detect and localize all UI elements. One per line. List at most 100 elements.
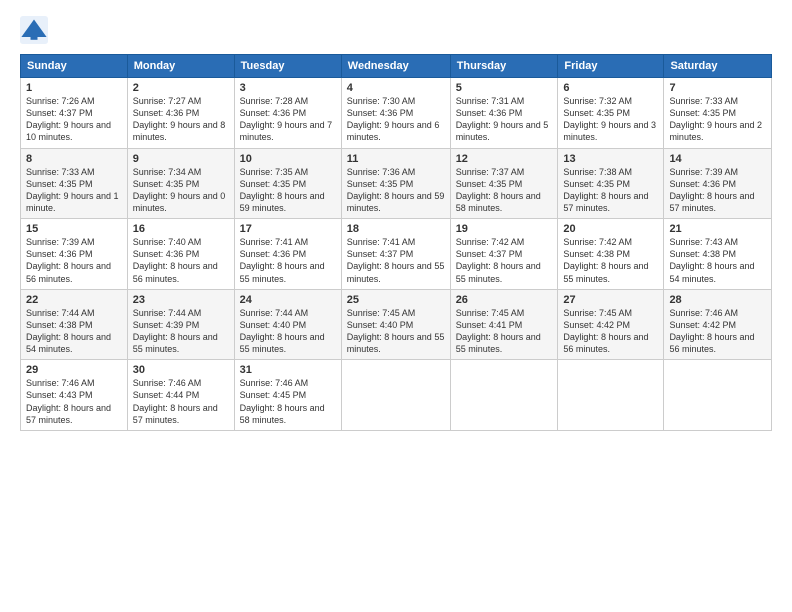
day-info: Sunrise: 7:44 AMSunset: 4:39 PMDaylight:… xyxy=(133,307,229,356)
day-info: Sunrise: 7:45 AMSunset: 4:40 PMDaylight:… xyxy=(347,307,445,356)
day-number: 19 xyxy=(456,223,553,235)
col-saturday: Saturday xyxy=(664,55,772,78)
calendar-header-row: Sunday Monday Tuesday Wednesday Thursday… xyxy=(21,55,772,78)
day-number: 6 xyxy=(563,82,658,94)
calendar-cell: 2 Sunrise: 7:27 AMSunset: 4:36 PMDayligh… xyxy=(127,78,234,149)
calendar-cell: 8 Sunrise: 7:33 AMSunset: 4:35 PMDayligh… xyxy=(21,148,128,219)
day-info: Sunrise: 7:46 AMSunset: 4:43 PMDaylight:… xyxy=(26,377,122,426)
day-number: 24 xyxy=(240,294,336,306)
calendar-cell: 16 Sunrise: 7:40 AMSunset: 4:36 PMDaylig… xyxy=(127,219,234,290)
day-number: 12 xyxy=(456,153,553,165)
calendar-cell: 21 Sunrise: 7:43 AMSunset: 4:38 PMDaylig… xyxy=(664,219,772,290)
day-info: Sunrise: 7:26 AMSunset: 4:37 PMDaylight:… xyxy=(26,95,122,144)
day-info: Sunrise: 7:38 AMSunset: 4:35 PMDaylight:… xyxy=(563,166,658,215)
day-number: 14 xyxy=(669,153,766,165)
calendar-cell xyxy=(341,360,450,431)
day-number: 10 xyxy=(240,153,336,165)
day-number: 3 xyxy=(240,82,336,94)
calendar-cell: 11 Sunrise: 7:36 AMSunset: 4:35 PMDaylig… xyxy=(341,148,450,219)
calendar-cell: 19 Sunrise: 7:42 AMSunset: 4:37 PMDaylig… xyxy=(450,219,558,290)
col-friday: Friday xyxy=(558,55,664,78)
day-number: 2 xyxy=(133,82,229,94)
calendar-cell: 1 Sunrise: 7:26 AMSunset: 4:37 PMDayligh… xyxy=(21,78,128,149)
day-number: 5 xyxy=(456,82,553,94)
calendar-cell: 20 Sunrise: 7:42 AMSunset: 4:38 PMDaylig… xyxy=(558,219,664,290)
day-info: Sunrise: 7:39 AMSunset: 4:36 PMDaylight:… xyxy=(669,166,766,215)
day-number: 23 xyxy=(133,294,229,306)
day-info: Sunrise: 7:42 AMSunset: 4:38 PMDaylight:… xyxy=(563,236,658,285)
calendar-cell: 31 Sunrise: 7:46 AMSunset: 4:45 PMDaylig… xyxy=(234,360,341,431)
calendar-cell: 9 Sunrise: 7:34 AMSunset: 4:35 PMDayligh… xyxy=(127,148,234,219)
day-info: Sunrise: 7:40 AMSunset: 4:36 PMDaylight:… xyxy=(133,236,229,285)
day-number: 26 xyxy=(456,294,553,306)
calendar-cell: 24 Sunrise: 7:44 AMSunset: 4:40 PMDaylig… xyxy=(234,289,341,360)
day-number: 9 xyxy=(133,153,229,165)
day-number: 22 xyxy=(26,294,122,306)
col-tuesday: Tuesday xyxy=(234,55,341,78)
calendar-cell: 5 Sunrise: 7:31 AMSunset: 4:36 PMDayligh… xyxy=(450,78,558,149)
calendar-cell: 13 Sunrise: 7:38 AMSunset: 4:35 PMDaylig… xyxy=(558,148,664,219)
day-info: Sunrise: 7:45 AMSunset: 4:41 PMDaylight:… xyxy=(456,307,553,356)
calendar-cell: 26 Sunrise: 7:45 AMSunset: 4:41 PMDaylig… xyxy=(450,289,558,360)
day-number: 13 xyxy=(563,153,658,165)
day-number: 16 xyxy=(133,223,229,235)
day-number: 1 xyxy=(26,82,122,94)
calendar-cell: 7 Sunrise: 7:33 AMSunset: 4:35 PMDayligh… xyxy=(664,78,772,149)
col-sunday: Sunday xyxy=(21,55,128,78)
day-info: Sunrise: 7:33 AMSunset: 4:35 PMDaylight:… xyxy=(26,166,122,215)
day-info: Sunrise: 7:46 AMSunset: 4:42 PMDaylight:… xyxy=(669,307,766,356)
day-number: 15 xyxy=(26,223,122,235)
calendar-cell: 4 Sunrise: 7:30 AMSunset: 4:36 PMDayligh… xyxy=(341,78,450,149)
calendar-week-row: 22 Sunrise: 7:44 AMSunset: 4:38 PMDaylig… xyxy=(21,289,772,360)
calendar-cell: 12 Sunrise: 7:37 AMSunset: 4:35 PMDaylig… xyxy=(450,148,558,219)
day-info: Sunrise: 7:42 AMSunset: 4:37 PMDaylight:… xyxy=(456,236,553,285)
calendar-cell: 29 Sunrise: 7:46 AMSunset: 4:43 PMDaylig… xyxy=(21,360,128,431)
day-info: Sunrise: 7:43 AMSunset: 4:38 PMDaylight:… xyxy=(669,236,766,285)
col-thursday: Thursday xyxy=(450,55,558,78)
calendar-cell: 18 Sunrise: 7:41 AMSunset: 4:37 PMDaylig… xyxy=(341,219,450,290)
calendar-cell xyxy=(450,360,558,431)
page: Sunday Monday Tuesday Wednesday Thursday… xyxy=(0,0,792,612)
day-number: 18 xyxy=(347,223,445,235)
day-info: Sunrise: 7:31 AMSunset: 4:36 PMDaylight:… xyxy=(456,95,553,144)
calendar-cell xyxy=(664,360,772,431)
calendar-cell: 28 Sunrise: 7:46 AMSunset: 4:42 PMDaylig… xyxy=(664,289,772,360)
day-number: 17 xyxy=(240,223,336,235)
calendar-week-row: 29 Sunrise: 7:46 AMSunset: 4:43 PMDaylig… xyxy=(21,360,772,431)
day-number: 8 xyxy=(26,153,122,165)
day-info: Sunrise: 7:44 AMSunset: 4:40 PMDaylight:… xyxy=(240,307,336,356)
calendar-cell: 27 Sunrise: 7:45 AMSunset: 4:42 PMDaylig… xyxy=(558,289,664,360)
day-number: 28 xyxy=(669,294,766,306)
day-info: Sunrise: 7:27 AMSunset: 4:36 PMDaylight:… xyxy=(133,95,229,144)
day-info: Sunrise: 7:39 AMSunset: 4:36 PMDaylight:… xyxy=(26,236,122,285)
day-info: Sunrise: 7:28 AMSunset: 4:36 PMDaylight:… xyxy=(240,95,336,144)
day-number: 7 xyxy=(669,82,766,94)
day-number: 4 xyxy=(347,82,445,94)
calendar-cell: 17 Sunrise: 7:41 AMSunset: 4:36 PMDaylig… xyxy=(234,219,341,290)
calendar-cell: 23 Sunrise: 7:44 AMSunset: 4:39 PMDaylig… xyxy=(127,289,234,360)
logo xyxy=(20,16,50,44)
day-number: 31 xyxy=(240,364,336,376)
day-number: 20 xyxy=(563,223,658,235)
logo-icon xyxy=(20,16,48,44)
col-monday: Monday xyxy=(127,55,234,78)
day-info: Sunrise: 7:46 AMSunset: 4:45 PMDaylight:… xyxy=(240,377,336,426)
calendar-cell: 14 Sunrise: 7:39 AMSunset: 4:36 PMDaylig… xyxy=(664,148,772,219)
day-info: Sunrise: 7:34 AMSunset: 4:35 PMDaylight:… xyxy=(133,166,229,215)
calendar-cell xyxy=(558,360,664,431)
calendar-cell: 10 Sunrise: 7:35 AMSunset: 4:35 PMDaylig… xyxy=(234,148,341,219)
day-info: Sunrise: 7:33 AMSunset: 4:35 PMDaylight:… xyxy=(669,95,766,144)
calendar-cell: 30 Sunrise: 7:46 AMSunset: 4:44 PMDaylig… xyxy=(127,360,234,431)
day-info: Sunrise: 7:41 AMSunset: 4:37 PMDaylight:… xyxy=(347,236,445,285)
calendar-cell: 3 Sunrise: 7:28 AMSunset: 4:36 PMDayligh… xyxy=(234,78,341,149)
day-info: Sunrise: 7:32 AMSunset: 4:35 PMDaylight:… xyxy=(563,95,658,144)
calendar-cell: 22 Sunrise: 7:44 AMSunset: 4:38 PMDaylig… xyxy=(21,289,128,360)
day-number: 27 xyxy=(563,294,658,306)
calendar-cell: 25 Sunrise: 7:45 AMSunset: 4:40 PMDaylig… xyxy=(341,289,450,360)
calendar-cell: 6 Sunrise: 7:32 AMSunset: 4:35 PMDayligh… xyxy=(558,78,664,149)
day-number: 21 xyxy=(669,223,766,235)
day-number: 25 xyxy=(347,294,445,306)
calendar-week-row: 15 Sunrise: 7:39 AMSunset: 4:36 PMDaylig… xyxy=(21,219,772,290)
calendar-table: Sunday Monday Tuesday Wednesday Thursday… xyxy=(20,54,772,431)
day-number: 11 xyxy=(347,153,445,165)
